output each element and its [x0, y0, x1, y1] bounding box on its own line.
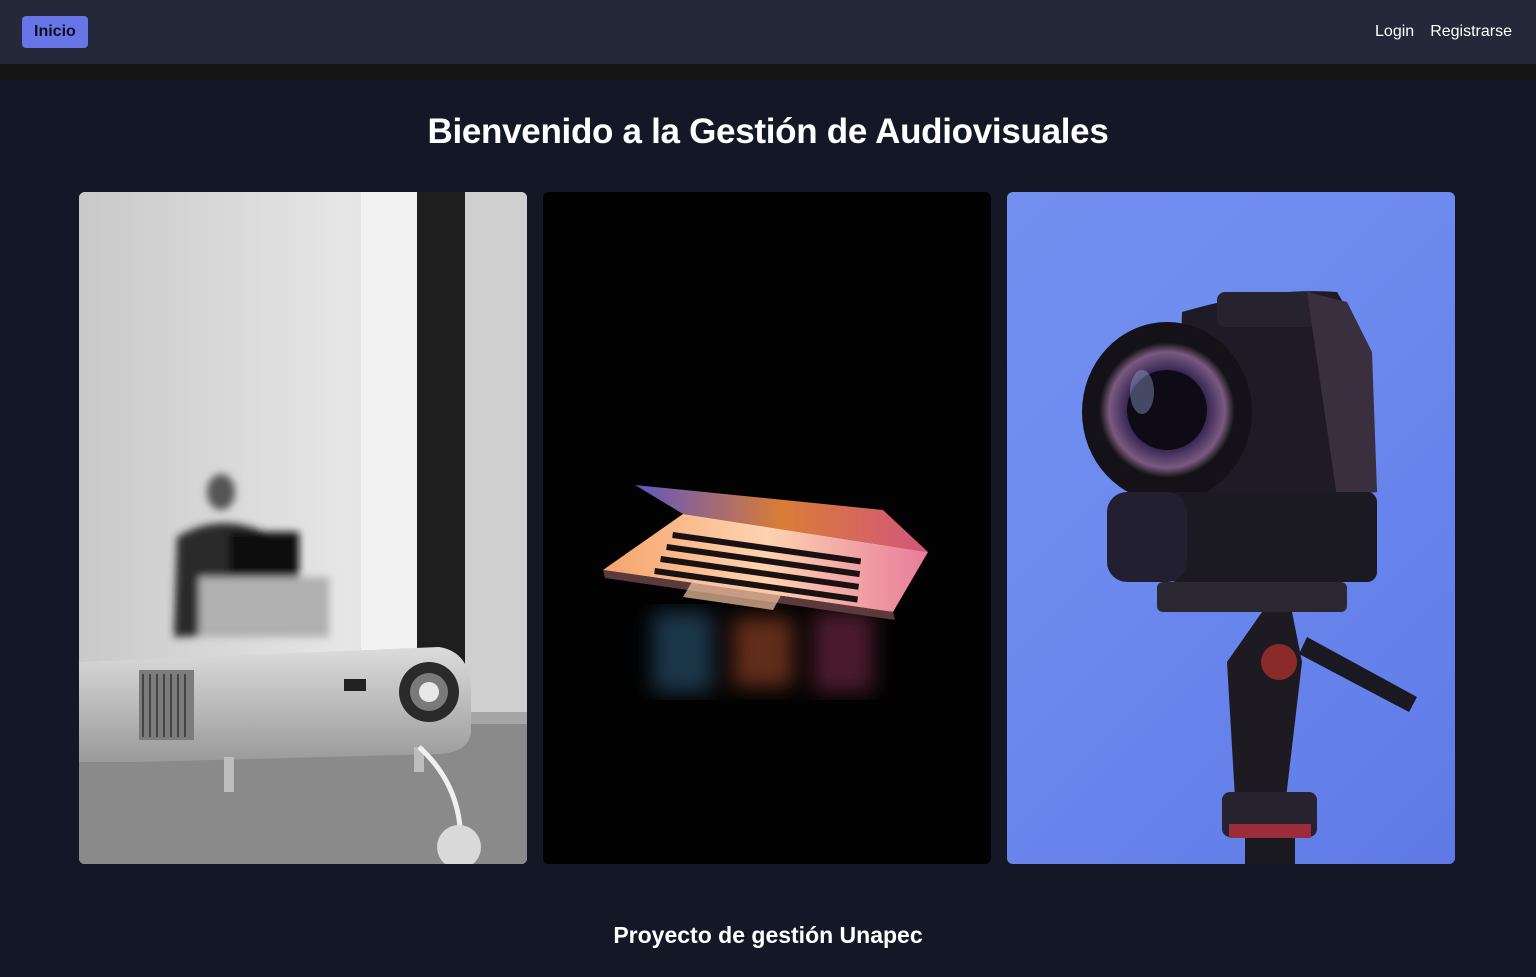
image-gallery [79, 192, 1455, 864]
navbar-shadow-band [0, 64, 1536, 80]
footer-project-text: Proyecto de gestión Unapec [613, 922, 923, 948]
nav-links: Login Registrarse [1375, 23, 1512, 41]
page-title: Bienvenido a la Gestión de Audiovisuales [427, 112, 1109, 151]
top-navbar: Inicio Login Registrarse [0, 0, 1536, 64]
camera-image [1007, 192, 1455, 864]
laptop-image [543, 192, 991, 864]
login-link[interactable]: Login [1375, 23, 1414, 41]
register-link[interactable]: Registrarse [1430, 23, 1512, 41]
home-button[interactable]: Inicio [22, 16, 88, 48]
projector-image [79, 192, 527, 864]
